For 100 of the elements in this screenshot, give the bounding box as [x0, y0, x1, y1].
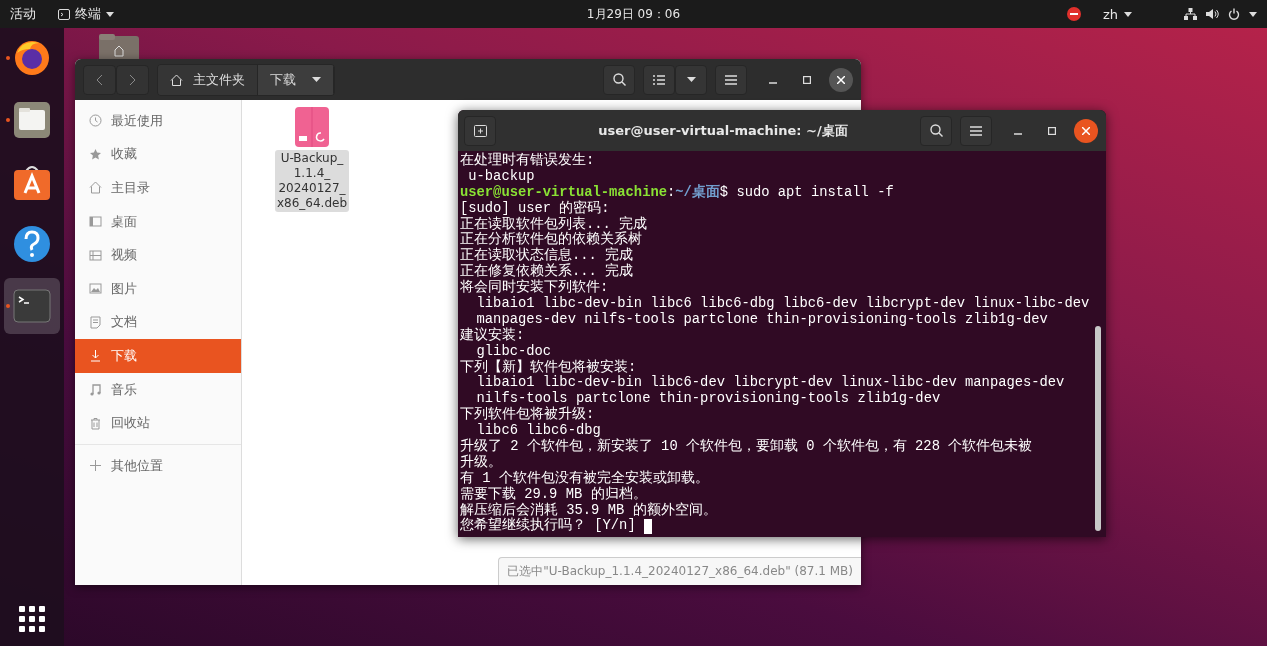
terminal-line: 在处理时有错误发生:	[460, 153, 596, 169]
terminal-line: 有 1 个软件包没有被完全安装或卸载。	[460, 470, 710, 486]
chevron-left-icon	[96, 73, 103, 86]
plus-icon	[89, 459, 102, 473]
folder-icon	[13, 101, 51, 139]
search-button[interactable]	[603, 64, 635, 95]
sidebar-item[interactable]: 文档	[75, 305, 241, 340]
terminal-line: user@user-virtual-machine:~/桌面$ sudo apt install -f	[460, 184, 895, 200]
home-icon	[170, 73, 183, 86]
terminal-line: 正在分析软件包的依赖关系树	[460, 232, 643, 248]
search-icon	[612, 73, 626, 86]
menu-button[interactable]	[960, 115, 992, 146]
menu-icon	[970, 125, 982, 136]
close-button[interactable]	[1074, 118, 1098, 143]
sidebar-item[interactable]: 收藏	[75, 137, 241, 172]
path-button[interactable]: 主文件夹	[158, 64, 258, 95]
sidebar-item[interactable]: 其他位置	[75, 448, 241, 483]
terminal-line: 升级了 2 个软件包，新安装了 10 个软件包，要卸载 0 个软件包，有 228 个软件包未被	[460, 439, 1034, 455]
sidebar-item[interactable]: 主目录	[75, 171, 241, 205]
terminal-line: 正在修复依赖关系... 完成	[460, 264, 635, 280]
terminal-line: u-backup	[467, 168, 536, 185]
caret-icon	[312, 77, 321, 82]
do-not-disturb-icon[interactable]	[1066, 7, 1081, 21]
sidebar-item[interactable]: 桌面	[75, 204, 241, 239]
terminal-line: 解压缩后会消耗 35.9 MB 的额外空间。	[460, 502, 718, 518]
caret-icon	[106, 11, 114, 17]
power-icon[interactable]	[1228, 8, 1240, 20]
music-note-icon	[89, 383, 102, 397]
terminal-line: 将会同时安装下列软件:	[460, 280, 610, 296]
file-name[interactable]: U-Backup_ 1.1.4_ 20240127_ x86_64.deb	[274, 150, 350, 212]
list-view-button[interactable]	[643, 64, 675, 95]
clock[interactable]: 1月29日 09：06	[586, 5, 681, 23]
terminal-line: 正在读取状态信息... 完成	[460, 248, 635, 264]
terminal-line: nilfs-tools partclone thin-provisioning-tools zlib1g-dev	[475, 391, 942, 407]
running-indicator	[6, 118, 10, 122]
package-icon	[294, 106, 330, 148]
sidebar-item[interactable]: 最近使用	[75, 104, 241, 138]
search-icon	[929, 124, 943, 137]
clock-icon	[89, 114, 102, 128]
window-title: user@user-virtual-machine: ~/桌面	[597, 121, 849, 140]
terminal-line: 需要下载 29.9 MB 的归档。	[460, 486, 648, 502]
download-icon	[89, 349, 102, 363]
caret-icon	[1124, 11, 1132, 17]
network-icon[interactable]	[1184, 8, 1197, 20]
menu-button[interactable]	[715, 64, 747, 95]
close-icon	[1082, 126, 1090, 135]
status-label: 已选中"U-Backup_1.1.4_20240127_x86_64.deb" (87.1 MB)	[498, 557, 861, 585]
terminal-line: manpages-dev nilfs-tools partclone thin-provisioning-tools zlib1g-dev	[475, 311, 1049, 327]
terminal-line: 下列软件包将被升级:	[460, 407, 596, 423]
caret-icon	[1249, 11, 1257, 17]
sidebar-item[interactable]: 视频	[75, 238, 241, 272]
shopping-bag-icon	[13, 163, 51, 201]
sidebar-item[interactable]: 音乐	[75, 372, 241, 407]
new-tab-icon	[473, 124, 487, 137]
close-icon	[837, 75, 845, 84]
maximize-icon	[1048, 126, 1056, 135]
activities-button[interactable]: 活动	[10, 5, 36, 23]
star-icon	[89, 147, 102, 161]
desktop-icon	[89, 215, 102, 229]
terminal-icon	[58, 8, 70, 20]
terminal-line: 建议安装:	[460, 327, 526, 344]
picture-icon	[89, 282, 102, 296]
terminal-line: 下列【新】软件包将被安装:	[460, 359, 638, 375]
terminal-line: 升级。	[460, 454, 503, 470]
caret-icon	[686, 77, 696, 82]
terminal-line: [sudo] user 的密码:	[460, 200, 611, 216]
view-options-button[interactable]	[675, 64, 707, 95]
document-icon	[89, 315, 102, 329]
menu-icon	[725, 74, 737, 85]
running-indicator	[6, 304, 10, 308]
list-icon	[653, 74, 665, 85]
trash-icon	[89, 416, 102, 430]
sidebar-item[interactable]: 图片	[75, 271, 241, 306]
path-button[interactable]: 下载	[258, 64, 334, 95]
language-menu[interactable]: zh	[1102, 6, 1132, 22]
help-icon	[13, 225, 51, 263]
running-indicator	[6, 56, 10, 60]
maximize-icon	[803, 75, 811, 84]
terminal-line: 您希望继续执行吗？ [Y/n]	[460, 518, 637, 535]
film-icon	[89, 248, 102, 262]
chevron-right-icon	[129, 73, 136, 86]
home-icon	[89, 181, 102, 195]
terminal-line: libaio1 libc-dev-bin libc6-dev libcrypt-dev linux-libc-dev manpages-dev	[475, 375, 1066, 391]
sidebar-item[interactable]: 下载	[75, 339, 241, 373]
volume-icon[interactable]	[1206, 8, 1219, 20]
terminal-line: 正在读取软件包列表... 完成	[460, 216, 649, 232]
scrollbar[interactable]	[1095, 326, 1101, 531]
minimize-icon	[769, 81, 777, 84]
terminal-line: libaio1 libc-dev-bin libc6 libc6-dbg libc6-dev libcrypt-dev linux-libc-dev	[475, 296, 1091, 312]
close-button[interactable]	[829, 67, 853, 92]
sidebar-item[interactable]: 回收站	[75, 406, 241, 440]
terminal-line: glibc-doc	[475, 343, 553, 359]
search-button[interactable]	[920, 115, 952, 146]
new-tab-button[interactable]	[464, 115, 496, 146]
app-grid-icon[interactable]	[19, 606, 45, 632]
minimize-icon	[1014, 132, 1022, 135]
terminal-line: libc6 libc6-dbg	[475, 423, 601, 439]
firefox-icon	[13, 39, 51, 77]
app-menu[interactable]: 终端	[58, 5, 114, 23]
terminal-icon	[13, 287, 51, 325]
